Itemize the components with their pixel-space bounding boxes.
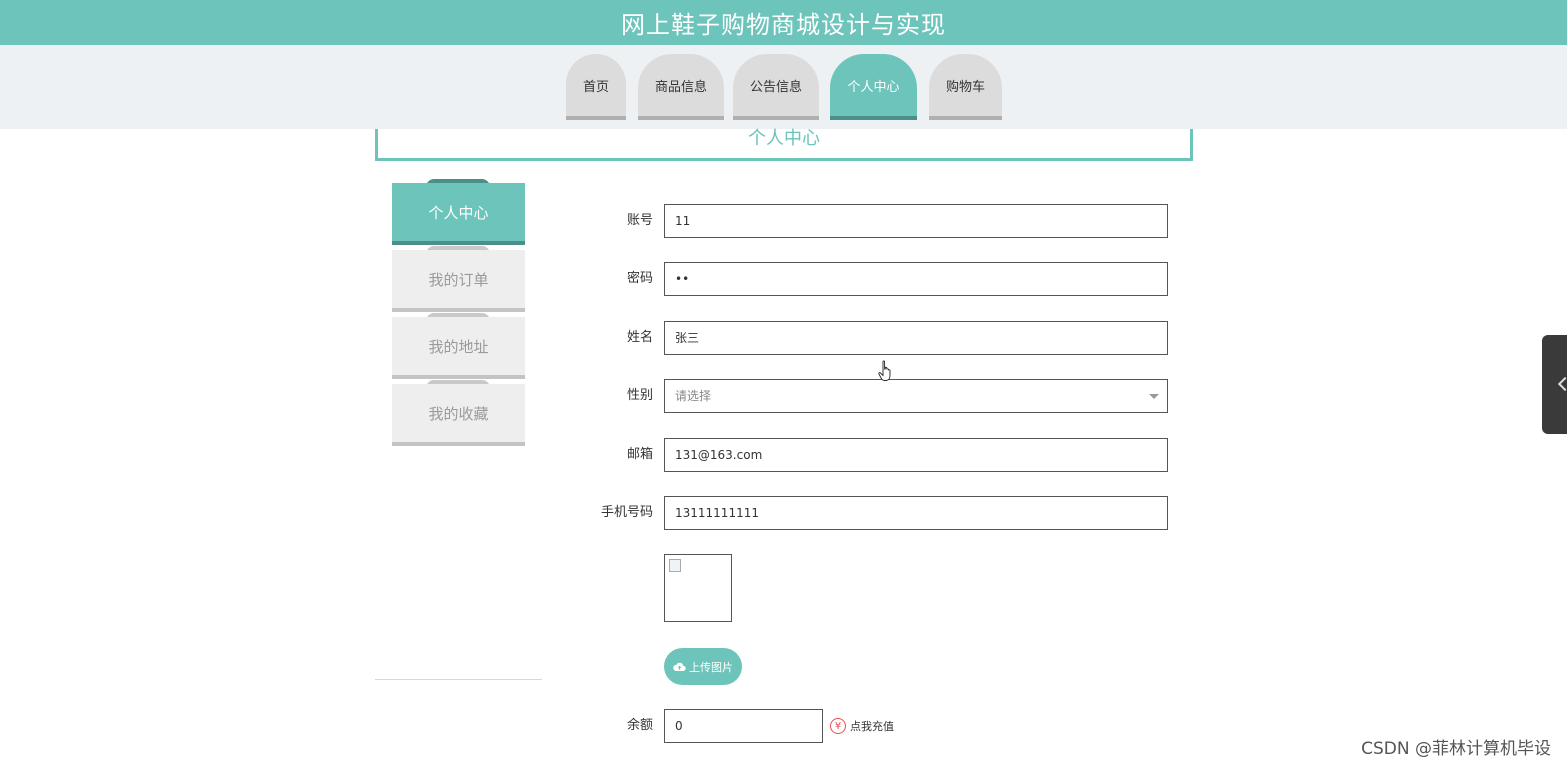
tab-cart[interactable]: 购物车 (929, 54, 1002, 120)
chevron-down-icon (1149, 394, 1159, 399)
sidebar-item-addresses[interactable]: 我的地址 (392, 317, 525, 379)
phone-input[interactable]: 13111111111 (664, 496, 1168, 530)
gender-label: 性别 (626, 388, 653, 403)
recharge-link[interactable]: ¥ 点我充值 (830, 716, 894, 736)
name-input[interactable]: 张三 (664, 321, 1168, 355)
gender-placeholder: 请选择 (675, 389, 712, 403)
tab-home[interactable]: 首页 (566, 54, 626, 120)
upload-image-label: 上传图片 (689, 660, 733, 674)
gender-select[interactable]: 请选择 (664, 379, 1168, 413)
tab-personal-center[interactable]: 个人中心 (830, 54, 917, 120)
sidebar-divider (375, 679, 542, 680)
yen-icon: ¥ (830, 718, 846, 734)
top-header: 网上鞋子购物商城设计与实现 (0, 0, 1567, 45)
phone-label: 手机号码 (600, 505, 653, 520)
main-nav: 首页 商品信息 公告信息 个人中心 购物车 (0, 45, 1567, 129)
avatar-preview (664, 554, 732, 622)
upload-image-button[interactable]: 上传图片 (664, 648, 742, 685)
hand-pointer-icon (878, 360, 891, 381)
cloud-upload-icon (673, 662, 686, 672)
balance-input[interactable]: 0 (664, 709, 823, 743)
email-label: 邮箱 (626, 447, 653, 462)
sidebar-item-favorites[interactable]: 我的收藏 (392, 384, 525, 446)
broken-image-icon (669, 559, 681, 572)
chevron-left-icon (1557, 376, 1567, 392)
sidebar-item-personal-center[interactable]: 个人中心 (392, 183, 525, 245)
side-drawer-handle[interactable] (1542, 335, 1567, 434)
email-input[interactable]: 131@163.com (664, 438, 1168, 472)
section-header: 个人中心 (375, 128, 1193, 161)
sidebar-item-orders[interactable]: 我的订单 (392, 250, 525, 312)
name-label: 姓名 (626, 330, 653, 345)
tab-products[interactable]: 商品信息 (638, 54, 724, 120)
password-input[interactable]: •• (664, 262, 1168, 296)
site-title: 网上鞋子购物商城设计与实现 (621, 11, 946, 39)
balance-label: 余额 (626, 718, 653, 733)
tab-announcements[interactable]: 公告信息 (733, 54, 819, 120)
section-title: 个人中心 (748, 128, 820, 149)
password-label: 密码 (626, 271, 653, 286)
recharge-label: 点我充值 (850, 720, 894, 733)
watermark: CSDN @菲林计算机毕设 (1361, 739, 1551, 759)
account-label: 账号 (626, 213, 653, 228)
account-input[interactable]: 11 (664, 204, 1168, 238)
